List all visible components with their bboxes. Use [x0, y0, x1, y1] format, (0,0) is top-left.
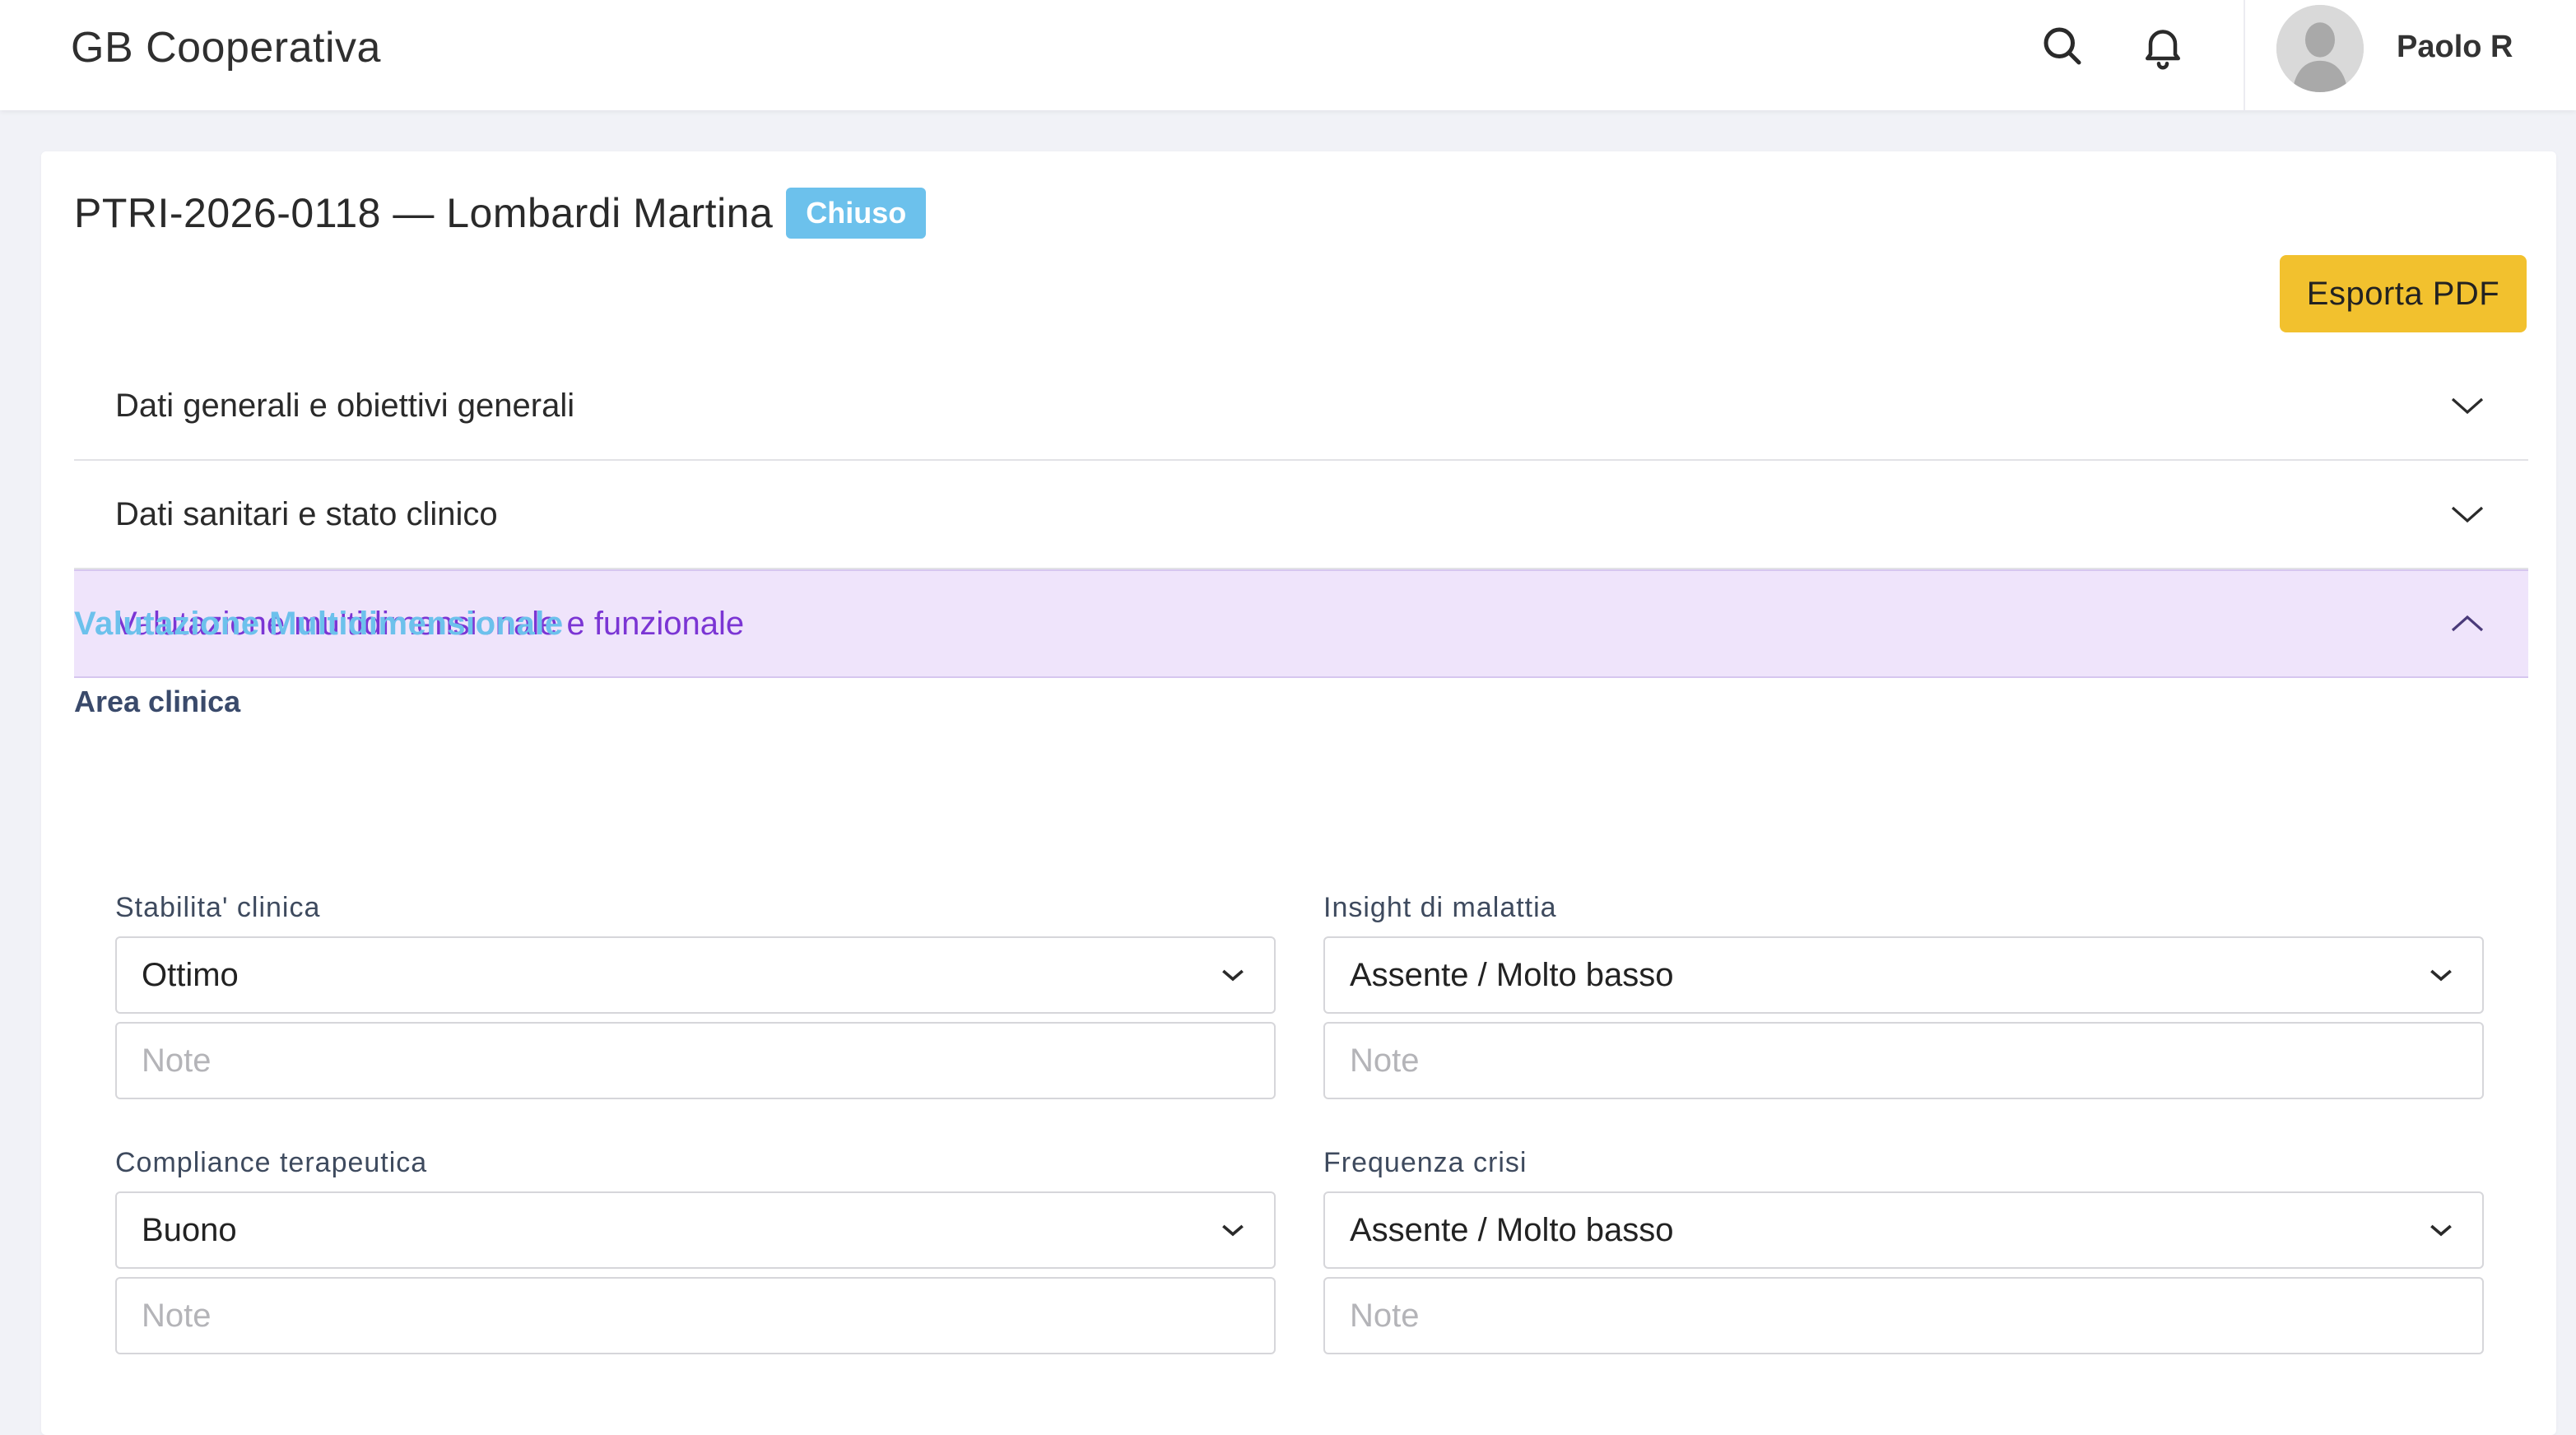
chevron-down-icon [1222, 969, 1244, 982]
select-value: Assente / Molto basso [1350, 1211, 1674, 1248]
field-stabilita-clinica: Stabilita' clinica Ottimo [115, 892, 1276, 1099]
accordion-item-dati-sanitari[interactable]: Dati sanitari e stato clinico [74, 461, 2528, 569]
frequenza-crisi-select[interactable]: Assente / Molto basso [1323, 1191, 2484, 1269]
insight-malattia-select[interactable]: Assente / Molto basso [1323, 936, 2484, 1014]
section-title: Valutazione Multidimensionale [74, 606, 564, 642]
header-divider [2244, 0, 2245, 110]
accordion-item-dati-generali[interactable]: Dati generali e obiettivi generali [74, 352, 2528, 461]
export-pdf-button[interactable]: Esporta PDF [2280, 255, 2527, 332]
page-title: PTRI-2026-0118 — Lombardi Martina [74, 190, 774, 236]
accordion-item-label: Dati sanitari e stato clinico [115, 495, 498, 532]
top-bar: GB Cooperativa Paolo R [0, 0, 2576, 110]
status-badge: Chiuso [786, 188, 927, 239]
stabilita-clinica-note-input[interactable] [115, 1022, 1276, 1099]
chevron-down-icon [1222, 1224, 1244, 1237]
select-value: Buono [142, 1211, 237, 1248]
avatar[interactable] [2276, 5, 2364, 92]
brand-name: GB Cooperativa [71, 24, 381, 72]
bell-icon[interactable] [2138, 21, 2188, 71]
chevron-down-icon [2451, 506, 2484, 523]
field-compliance-terapeutica: Compliance terapeutica Buono [115, 1147, 1276, 1354]
user-name[interactable]: Paolo R [2397, 30, 2513, 65]
chevron-down-icon [2430, 1224, 2452, 1237]
field-label: Frequenza crisi [1323, 1147, 1527, 1178]
chevron-down-icon [2451, 397, 2484, 415]
accordion-item-label: Dati generali e obiettivi generali [115, 387, 575, 424]
search-icon[interactable] [2038, 21, 2087, 71]
stabilita-clinica-select[interactable]: Ottimo [115, 936, 1276, 1014]
compliance-terapeutica-note-input[interactable] [115, 1277, 1276, 1354]
chevron-up-icon [2451, 615, 2484, 632]
chevron-down-icon [2430, 969, 2452, 982]
compliance-terapeutica-select[interactable]: Buono [115, 1191, 1276, 1269]
field-insight-malattia: Insight di malattia Assente / Molto bass… [1323, 892, 2484, 1099]
subsection-title: Area clinica [74, 685, 241, 718]
field-label: Compliance terapeutica [115, 1147, 428, 1178]
user-silhouette-icon [2276, 5, 2364, 92]
select-value: Ottimo [142, 956, 239, 993]
field-label: Stabilita' clinica [115, 892, 321, 923]
insight-malattia-note-input[interactable] [1323, 1022, 2484, 1099]
select-value: Assente / Molto basso [1350, 956, 1674, 993]
field-label: Insight di malattia [1323, 892, 1557, 923]
field-frequenza-crisi: Frequenza crisi Assente / Molto basso [1323, 1147, 2484, 1354]
title-row: PTRI-2026-0118 — Lombardi Martina Chiuso [74, 184, 927, 242]
frequenza-crisi-note-input[interactable] [1323, 1277, 2484, 1354]
